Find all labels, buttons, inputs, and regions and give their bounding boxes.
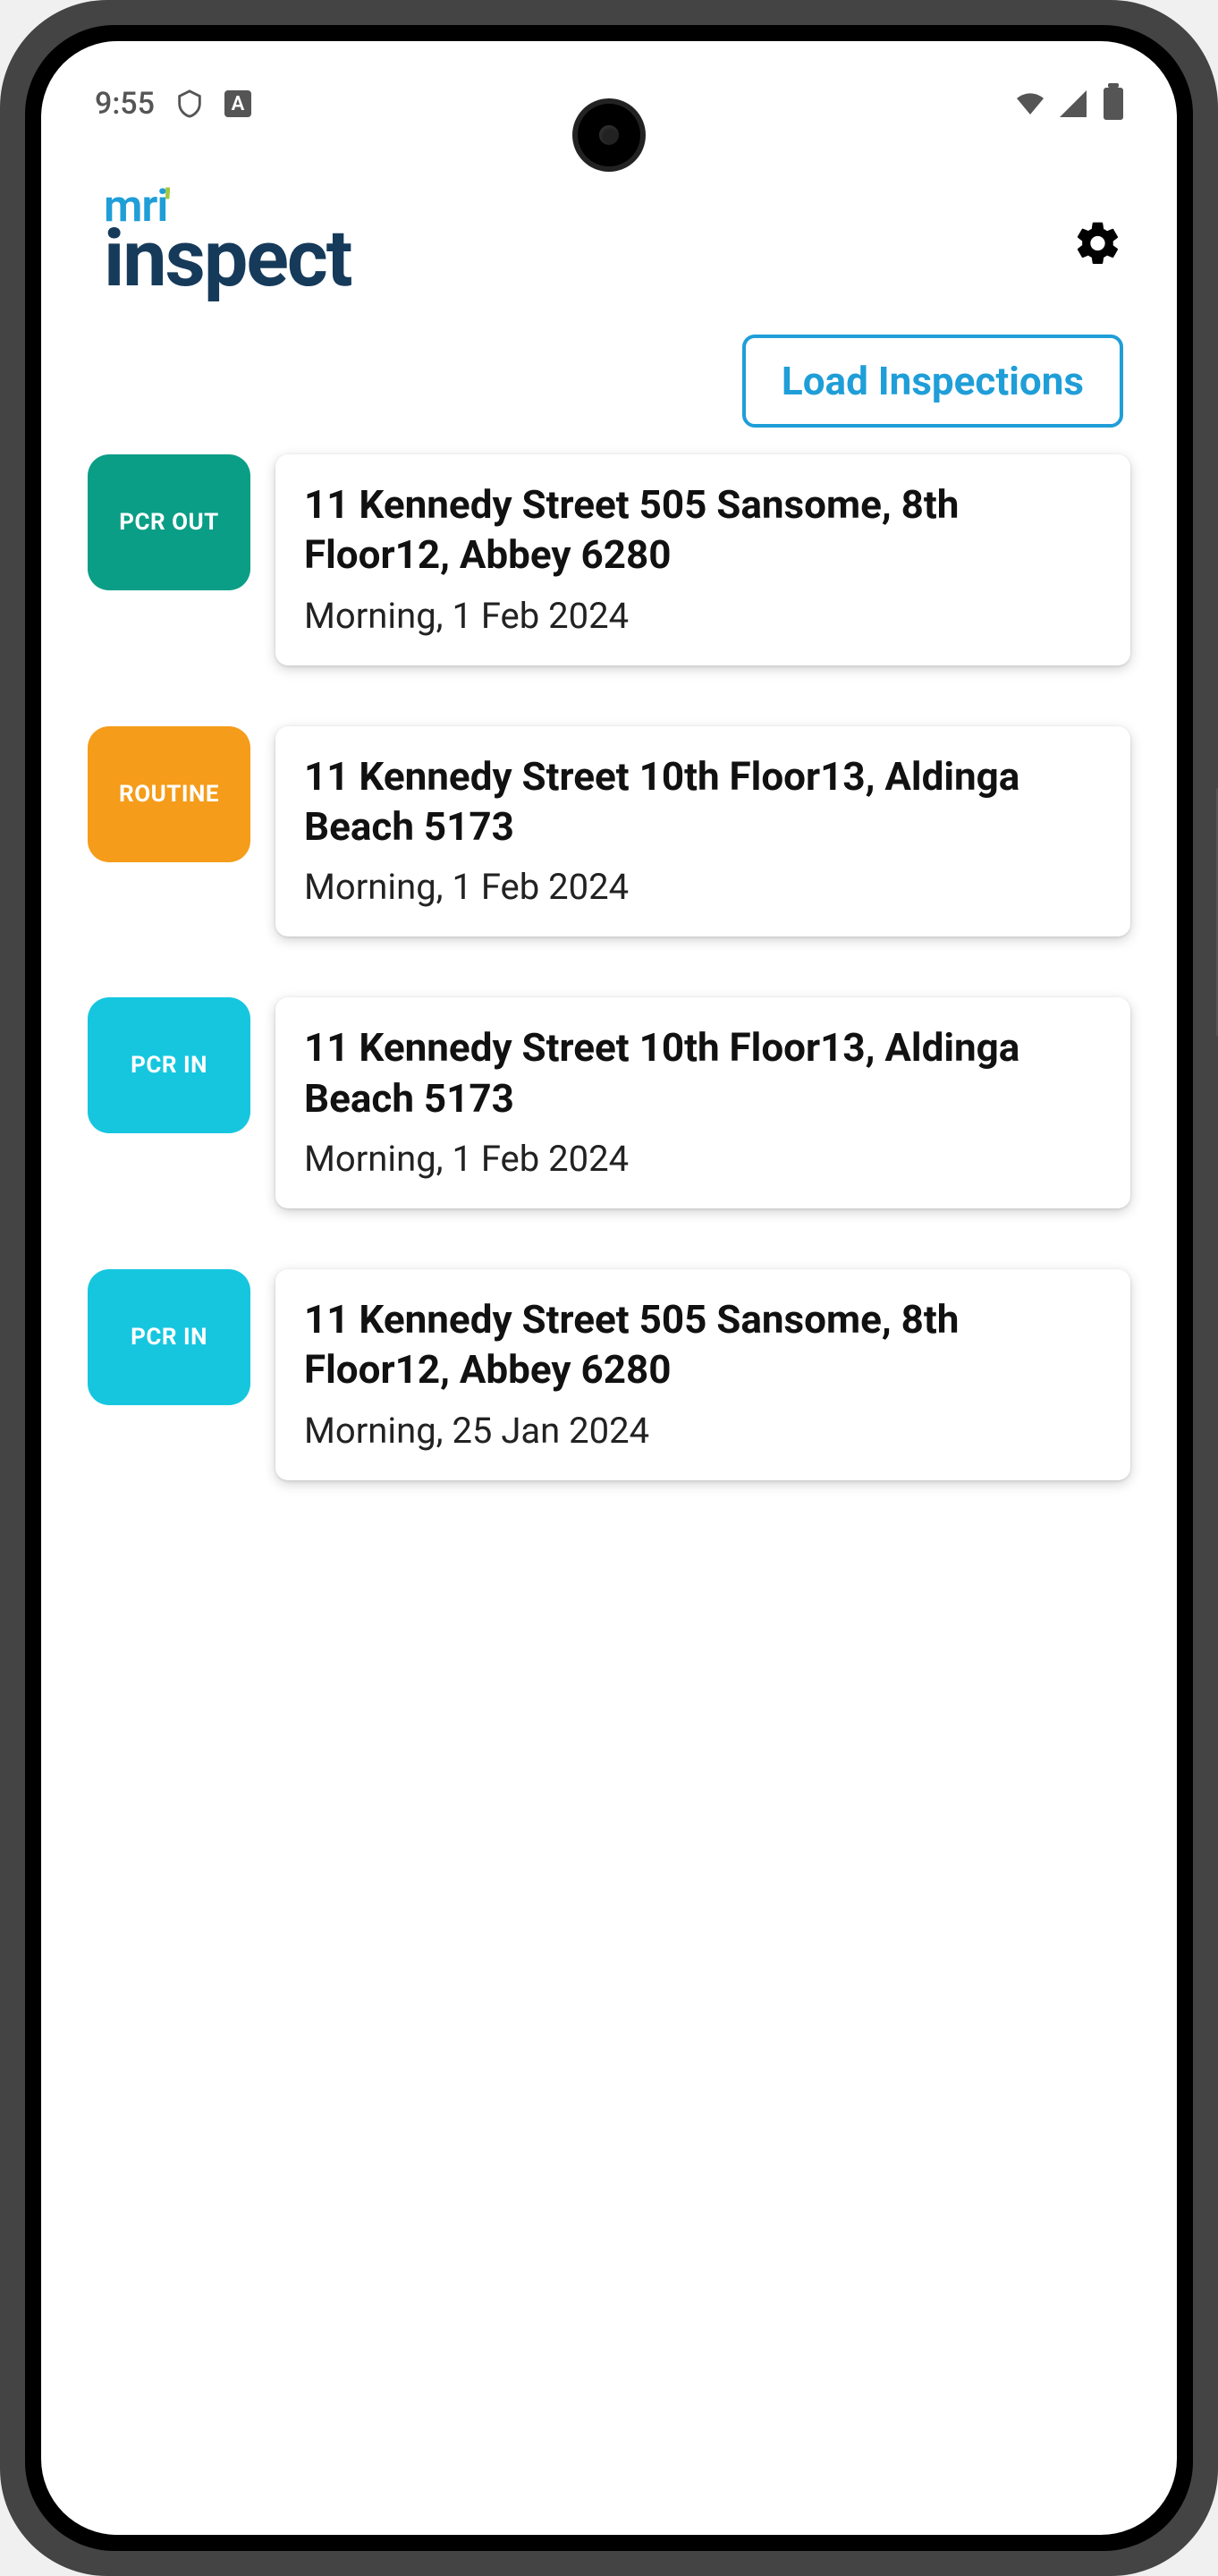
- inspection-tag[interactable]: PCR IN: [88, 997, 250, 1133]
- cell-signal-icon: [1057, 88, 1089, 120]
- privacy-shield-icon: [174, 89, 205, 119]
- load-row: Load Inspections: [41, 317, 1177, 454]
- app-logo: mri' inspect: [104, 184, 351, 299]
- inspection-time: Morning, 1 Feb 2024: [304, 1138, 1102, 1180]
- inspection-row: ROUTINE 11 Kennedy Street 10th Floor13, …: [88, 726, 1130, 937]
- home-indicator[interactable]: [466, 2515, 752, 2524]
- status-right: [1014, 88, 1123, 120]
- status-left: 9:55 A: [95, 86, 251, 122]
- inspection-card[interactable]: 11 Kennedy Street 505 Sansome, 8th Floor…: [275, 454, 1130, 665]
- inspection-card[interactable]: 11 Kennedy Street 10th Floor13, Aldinga …: [275, 997, 1130, 1208]
- phone-frame: 9:55 A: [0, 0, 1218, 2576]
- logo-bottom: inspect: [104, 220, 351, 299]
- inspection-tag[interactable]: PCR OUT: [88, 454, 250, 590]
- inspection-time: Morning, 25 Jan 2024: [304, 1410, 1102, 1452]
- inspection-address: 11 Kennedy Street 10th Floor13, Aldinga …: [304, 1022, 1102, 1123]
- app-header: mri' inspect: [41, 148, 1177, 317]
- inspection-row: PCR OUT 11 Kennedy Street 505 Sansome, 8…: [88, 454, 1130, 665]
- inspection-row: PCR IN 11 Kennedy Street 505 Sansome, 8t…: [88, 1269, 1130, 1480]
- inspections-list: PCR OUT 11 Kennedy Street 505 Sansome, 8…: [41, 454, 1177, 1480]
- inspection-address: 11 Kennedy Street 505 Sansome, 8th Floor…: [304, 479, 1102, 580]
- inspection-row: PCR IN 11 Kennedy Street 10th Floor13, A…: [88, 997, 1130, 1208]
- inspection-card[interactable]: 11 Kennedy Street 10th Floor13, Aldinga …: [275, 726, 1130, 937]
- inspection-tag[interactable]: ROUTINE: [88, 726, 250, 862]
- inspection-time: Morning, 1 Feb 2024: [304, 866, 1102, 908]
- battery-icon: [1104, 88, 1123, 120]
- phone-bezel: 9:55 A: [25, 25, 1193, 2551]
- settings-button[interactable]: [1073, 218, 1123, 272]
- inspection-address: 11 Kennedy Street 10th Floor13, Aldinga …: [304, 751, 1102, 852]
- a-badge-icon: A: [224, 90, 251, 117]
- inspection-time: Morning, 1 Feb 2024: [304, 595, 1102, 637]
- screen: 9:55 A: [41, 41, 1177, 2535]
- camera-hole: [578, 104, 640, 166]
- load-inspections-button[interactable]: Load Inspections: [742, 335, 1123, 428]
- status-time: 9:55: [95, 86, 155, 122]
- inspection-address: 11 Kennedy Street 505 Sansome, 8th Floor…: [304, 1294, 1102, 1395]
- gear-icon: [1073, 255, 1123, 272]
- inspection-tag[interactable]: PCR IN: [88, 1269, 250, 1405]
- wifi-icon: [1014, 88, 1046, 120]
- inspection-card[interactable]: 11 Kennedy Street 505 Sansome, 8th Floor…: [275, 1269, 1130, 1480]
